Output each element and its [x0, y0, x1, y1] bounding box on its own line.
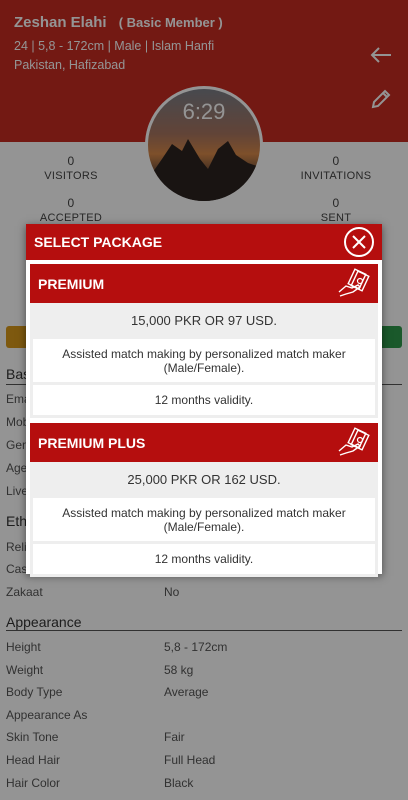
select-package-dialog: SELECT PACKAGE PREMIUM 15,000 PKR OR 97 …: [26, 224, 382, 577]
close-icon: [352, 235, 366, 249]
package-card-premium-plus[interactable]: PREMIUM PLUS 25,000 PKR OR 162 USD. Assi…: [30, 423, 378, 577]
dialog-title: SELECT PACKAGE: [34, 234, 163, 250]
dialog-header: SELECT PACKAGE: [26, 224, 382, 260]
package-validity: 12 months validity.: [33, 544, 375, 574]
package-header: PREMIUM: [30, 264, 378, 303]
package-header: PREMIUM PLUS: [30, 423, 378, 462]
package-price: 15,000 PKR OR 97 USD.: [131, 313, 277, 328]
close-button[interactable]: [344, 227, 374, 257]
hand-money-icon: [338, 268, 370, 297]
package-validity: 12 months validity.: [33, 385, 375, 415]
package-feature-line: (Male/Female).: [163, 361, 245, 375]
package-card-premium[interactable]: PREMIUM 15,000 PKR OR 97 USD. Assisted m…: [30, 264, 378, 418]
package-name: PREMIUM PLUS: [38, 435, 146, 451]
hand-money-icon: [338, 427, 370, 456]
package-name: PREMIUM: [38, 276, 105, 292]
package-feature-line: (Male/Female).: [163, 520, 245, 534]
package-body: 15,000 PKR OR 97 USD. Assisted match mak…: [30, 303, 378, 418]
package-price: 25,000 PKR OR 162 USD.: [127, 472, 281, 487]
package-body: 25,000 PKR OR 162 USD. Assisted match ma…: [30, 462, 378, 577]
package-feature-line: Assisted match making by personalized ma…: [62, 347, 346, 361]
package-feature: Assisted match making by personalized ma…: [33, 339, 375, 382]
package-feature: Assisted match making by personalized ma…: [33, 498, 375, 541]
package-feature-line: Assisted match making by personalized ma…: [62, 506, 346, 520]
